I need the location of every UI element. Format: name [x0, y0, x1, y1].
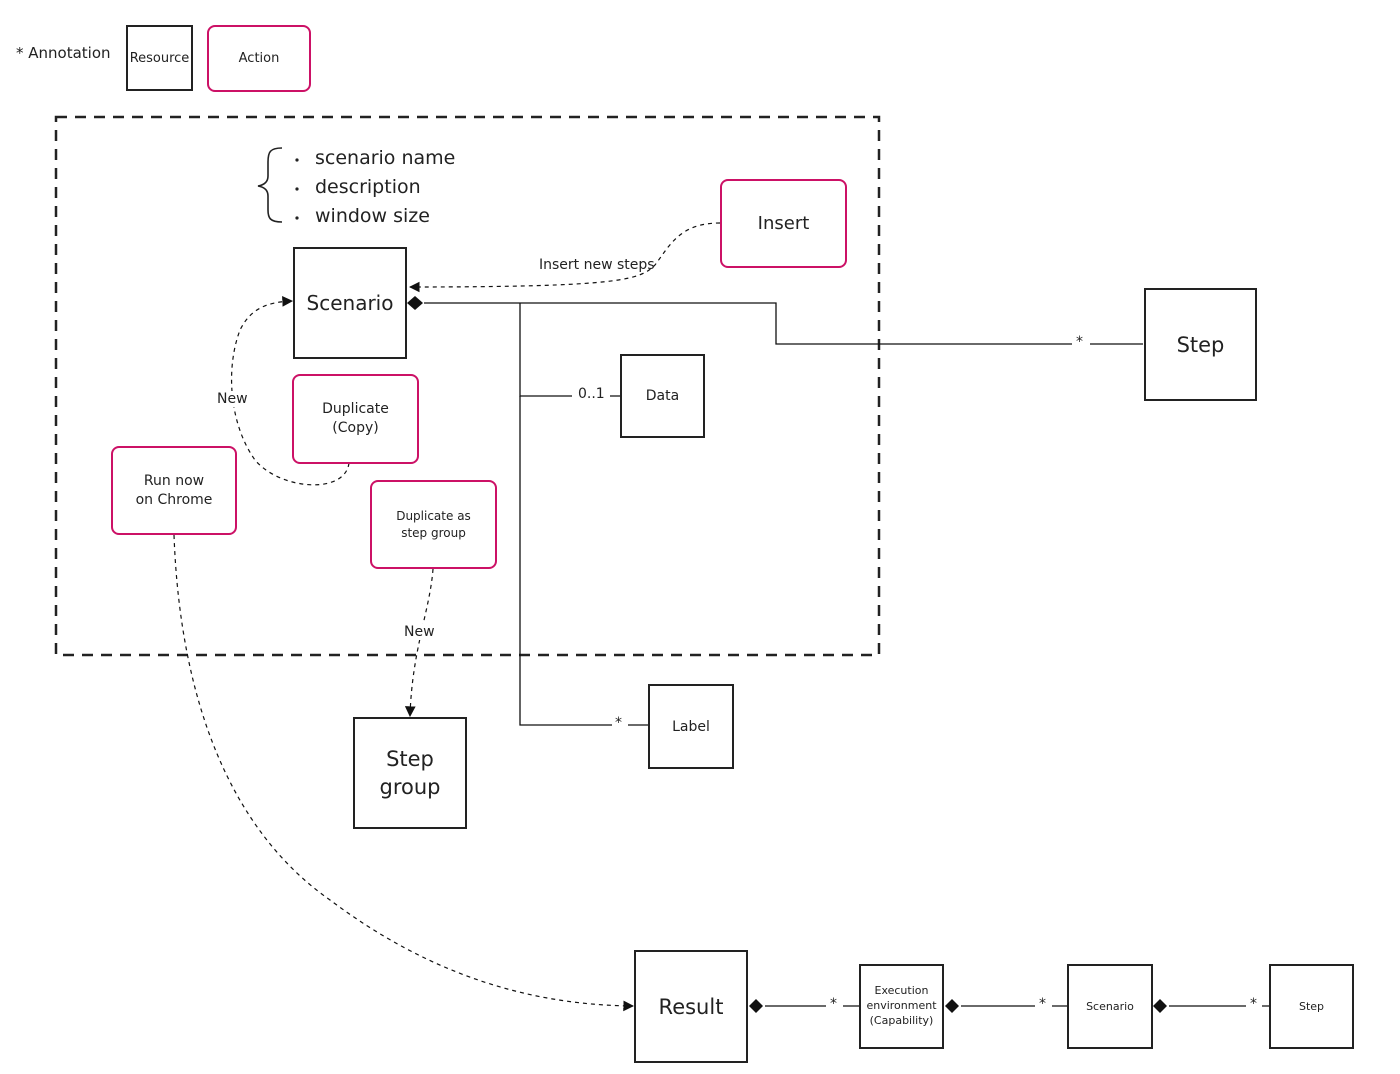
composition-diamond-icon: [1153, 999, 1167, 1013]
edge-label-new-duplicate: New: [215, 391, 250, 407]
attribute-scenario-name: scenario name: [315, 147, 456, 169]
multiplicity-label: *: [615, 715, 622, 731]
composition-diamond-icon: [945, 999, 959, 1013]
resource-step-group[interactable]: Step group: [353, 717, 467, 829]
legend-annotation: * Annotation: [16, 44, 111, 62]
resource-result[interactable]: Result: [634, 950, 748, 1063]
resource-scenario-small-label: Scenario: [1086, 1000, 1134, 1013]
multiplicity-step-small: *: [1250, 996, 1257, 1012]
resource-step-small-label: Step: [1298, 1000, 1325, 1013]
attributes-brace: [257, 147, 283, 223]
composition-diamond-icon: [407, 296, 423, 310]
resource-execution-environment[interactable]: Execution environment (Capability): [859, 964, 944, 1049]
multiplicity-step: *: [1076, 334, 1083, 350]
action-duplicate-step-group[interactable]: Duplicate as step group: [370, 480, 497, 569]
resource-data-label: Data: [645, 388, 680, 404]
resource-step-label: Step: [1176, 332, 1225, 357]
diagram-canvas: [54, 115, 1269, 1013]
resource-step-group-label: Step group: [379, 746, 441, 799]
composition-diamond-icon: [749, 999, 763, 1013]
edge-scenario-label: [519, 396, 649, 726]
edge-scenario-data: [519, 303, 620, 397]
edge-scenario-step: [424, 302, 1143, 345]
edge-insert-scenario: [408, 222, 721, 293]
multiplicity-scenario: *: [1039, 996, 1046, 1012]
action-duplicate-copy-label: Duplicate (Copy): [322, 401, 389, 436]
resource-scenario-label: Scenario: [306, 291, 394, 315]
resource-label-label: Label: [672, 718, 710, 735]
bullet-icon: [295, 158, 299, 162]
legend-resource-label: Resource: [129, 50, 190, 66]
edge-label-new-step-group: New: [402, 624, 437, 640]
resource-execution-environment-label: Execution environment (Capability): [866, 984, 937, 1027]
action-duplicate-step-group-label: Duplicate as step group: [396, 509, 471, 540]
resource-step-small[interactable]: Step: [1269, 964, 1354, 1049]
action-duplicate-copy[interactable]: Duplicate (Copy): [292, 374, 419, 464]
action-insert-label: Insert: [757, 213, 810, 234]
multiplicity-env: *: [830, 996, 837, 1012]
action-run-now-chrome-label: Run now on Chrome: [135, 472, 213, 508]
legend-resource: Resource: [126, 25, 193, 91]
resource-scenario-small[interactable]: Scenario: [1067, 964, 1153, 1049]
edge-label-insert-new-steps: Insert new steps: [539, 257, 655, 273]
bullet-icon: [295, 187, 299, 191]
legend-action: Action: [207, 25, 311, 92]
resource-scenario[interactable]: Scenario: [293, 247, 407, 359]
resource-step[interactable]: Step: [1144, 288, 1257, 401]
action-insert[interactable]: Insert: [720, 179, 847, 268]
multiplicity-data: 0..1: [578, 386, 605, 402]
legend-action-label: Action: [238, 51, 280, 66]
resource-result-label: Result: [658, 994, 724, 1019]
edge-duplicate-stepgroup: [404, 568, 434, 718]
resource-data[interactable]: Data: [620, 354, 705, 438]
bullet-icon: [295, 216, 299, 220]
attribute-description: description: [315, 176, 421, 198]
action-run-now-chrome[interactable]: Run now on Chrome: [111, 446, 237, 535]
attribute-window-size: window size: [315, 205, 430, 227]
resource-label[interactable]: Label: [648, 684, 734, 769]
